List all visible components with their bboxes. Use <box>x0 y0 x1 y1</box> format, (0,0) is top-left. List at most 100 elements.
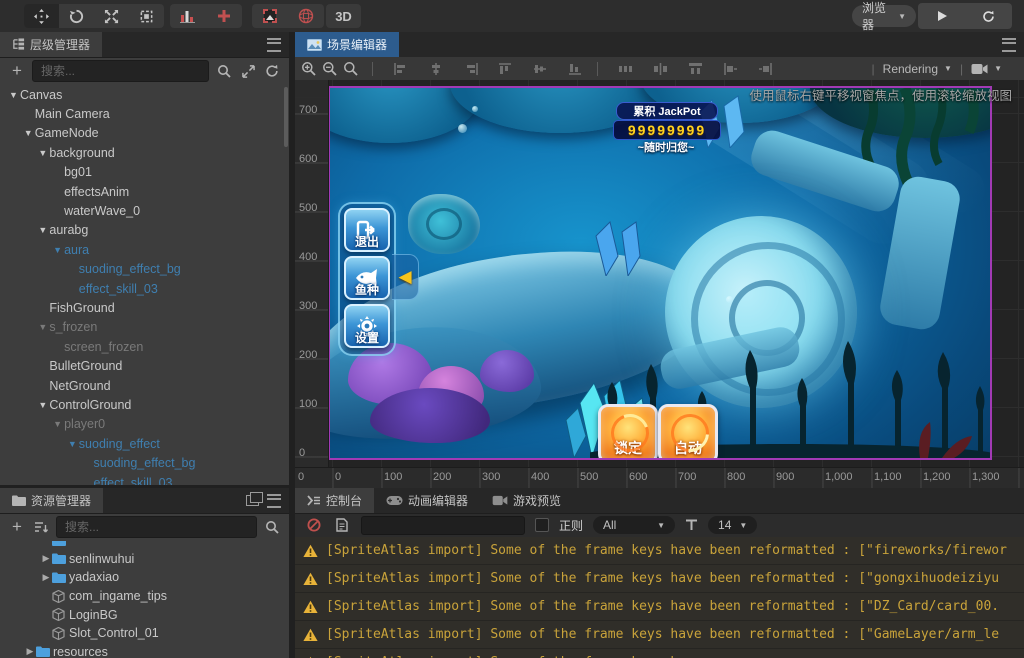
align-tool-icon-9[interactable] <box>723 62 738 76</box>
capture-region-button[interactable] <box>252 4 288 28</box>
rendering-dropdown[interactable]: Rendering ▼ <box>883 62 952 76</box>
hierarchy-scrollbar[interactable] <box>284 87 288 147</box>
expand-arrow-icon[interactable]: ▼ <box>66 439 79 449</box>
tree-item[interactable]: ▼player0 <box>0 415 285 434</box>
sort-assets-icon[interactable] <box>32 518 50 536</box>
expand-arrow-icon[interactable]: ▶ <box>40 572 52 583</box>
tree-item[interactable]: suoding_effect_bg <box>0 453 285 472</box>
align-tool-icon-3[interactable] <box>498 62 513 76</box>
expand-arrow-icon[interactable]: ▼ <box>36 322 49 332</box>
asset-item[interactable]: ▶senlinwuhui <box>0 550 289 569</box>
log-row[interactable]: [SpriteAtlas import] Some of the frame k… <box>295 621 1024 649</box>
assets-popout-icon[interactable] <box>246 495 259 506</box>
log-file-icon[interactable] <box>333 516 351 534</box>
expand-arrow-icon[interactable]: ▼ <box>36 148 49 158</box>
create-asset-button[interactable]: + <box>8 518 26 536</box>
tab-game-preview[interactable]: 游戏预览 <box>480 488 573 513</box>
align-tool-icon-6[interactable] <box>618 62 633 76</box>
tree-item[interactable]: ▼aurabg <box>0 221 285 240</box>
tree-item[interactable]: bg01 <box>0 163 285 182</box>
lock-button[interactable]: 锁定 <box>598 404 658 460</box>
font-size-dropdown[interactable]: 14 ▼ <box>708 516 757 534</box>
expand-arrow-icon[interactable]: ▶ <box>24 646 36 657</box>
scene-viewport[interactable]: 使用鼠标右键平移视窗焦点，使用滚轮缩放视图 <box>295 80 1024 488</box>
tree-item[interactable]: BulletGround <box>0 356 285 375</box>
play-button[interactable] <box>918 3 965 29</box>
refresh-button[interactable] <box>965 3 1012 29</box>
expand-arrow-icon[interactable]: ▼ <box>51 419 64 429</box>
tab-animation-editor[interactable]: 动画编辑器 <box>374 488 480 513</box>
log-level-dropdown[interactable]: All ▼ <box>593 516 675 534</box>
tree-item[interactable]: ▼s_frozen <box>0 318 285 337</box>
expand-arrow-icon[interactable]: ▶ <box>40 553 52 564</box>
align-tool-icon-5[interactable] <box>568 62 583 76</box>
create-node-button[interactable]: + <box>8 62 26 80</box>
horizontal-splitter[interactable] <box>0 485 295 488</box>
log-row[interactable]: [SpriteAtlas import] Some of the frame k… <box>295 649 1024 658</box>
expand-arrow-icon[interactable]: ▼ <box>36 225 49 235</box>
align-tool-icon-1[interactable] <box>428 62 443 76</box>
tree-item[interactable]: effect_skill_03 <box>0 279 285 298</box>
tab-assets[interactable]: 资源管理器 <box>0 488 103 513</box>
move-tool-button[interactable] <box>24 4 59 28</box>
align-tool-icon-2[interactable] <box>463 62 478 76</box>
plugin-add-button[interactable] <box>206 4 242 28</box>
align-tool-icon-10[interactable] <box>758 62 773 76</box>
log-row[interactable]: [SpriteAtlas import] Some of the frame k… <box>295 565 1024 593</box>
asset-item[interactable]: LoginBG <box>0 605 289 624</box>
zoom-in-icon[interactable] <box>301 61 316 76</box>
tree-item[interactable]: effectsAnim <box>0 182 285 201</box>
hierarchy-search-input[interactable] <box>32 60 209 82</box>
asset-item[interactable]: com_ingame_tips <box>0 587 289 606</box>
scene-menu-icon[interactable] <box>1002 38 1016 52</box>
tree-item[interactable]: ▼GameNode <box>0 124 285 143</box>
regex-checkbox[interactable] <box>535 518 549 532</box>
tree-item[interactable]: suoding_effect_bg <box>0 260 285 279</box>
log-row[interactable]: [SpriteAtlas import] Some of the frame k… <box>295 537 1024 565</box>
asset-item[interactable]: ▶resources <box>0 643 289 658</box>
tree-item[interactable]: FishGround <box>0 298 285 317</box>
tab-scene-editor[interactable]: 场景编辑器 <box>295 32 399 57</box>
preview-target-dropdown[interactable]: 浏览器 ▼ <box>852 5 916 27</box>
expand-arrow-icon[interactable]: ▼ <box>51 245 64 255</box>
expand-arrow-icon[interactable]: ▼ <box>7 90 20 100</box>
refresh-tree-icon[interactable] <box>263 62 281 80</box>
log-row[interactable]: [SpriteAtlas import] Some of the frame k… <box>295 593 1024 621</box>
asset-item[interactable]: ▶yadaxiao <box>0 568 289 587</box>
tab-hierarchy[interactable]: 层级管理器 <box>0 32 102 57</box>
tree-item[interactable]: ▼ControlGround <box>0 395 285 414</box>
3d-toggle-button[interactable]: 3D <box>326 4 361 28</box>
zoom-out-icon[interactable] <box>322 61 337 76</box>
asset-item[interactable] <box>0 541 289 550</box>
tree-item[interactable]: NetGround <box>0 376 285 395</box>
locate-node-icon[interactable] <box>239 62 257 80</box>
assets-search-input[interactable] <box>56 516 257 538</box>
tree-item[interactable]: Main Camera <box>0 104 285 123</box>
tree-item[interactable]: ▼Canvas <box>0 85 285 104</box>
sphere-grid-button[interactable] <box>288 4 324 28</box>
tree-item[interactable]: screen_frozen <box>0 337 285 356</box>
align-tool-icon-7[interactable] <box>653 62 668 76</box>
tree-item[interactable]: ▼background <box>0 143 285 162</box>
align-tool-icon-4[interactable] <box>533 62 548 76</box>
expand-arrow-icon[interactable]: ▼ <box>36 400 49 410</box>
asset-item[interactable]: Slot_Control_01 <box>0 624 289 643</box>
align-tool-icon-0[interactable] <box>393 62 408 76</box>
tree-item[interactable]: ▼suoding_effect <box>0 434 285 453</box>
assets-search-icon[interactable] <box>263 518 281 536</box>
game-canvas[interactable]: 累积 JackPot 99999999 ~随时归您~ 退出 鱼种 设置 ◀ <box>328 86 992 460</box>
tree-item[interactable]: waterWave_0 <box>0 201 285 220</box>
scale-tool-button[interactable] <box>94 4 129 28</box>
rect-tool-button[interactable] <box>129 4 164 28</box>
hierarchy-menu-icon[interactable] <box>267 38 281 52</box>
auto-button[interactable]: 自动 <box>658 404 718 460</box>
camera-view-dropdown[interactable]: ▼ <box>971 63 1002 75</box>
align-tool-icon-8[interactable] <box>688 62 703 76</box>
rotate-tool-button[interactable] <box>59 4 94 28</box>
console-filter-input[interactable] <box>361 516 525 535</box>
assets-menu-icon[interactable] <box>267 494 281 508</box>
zoom-reset-icon[interactable] <box>343 61 358 76</box>
tree-item[interactable]: ▼aura <box>0 240 285 259</box>
search-icon[interactable] <box>215 62 233 80</box>
clear-console-icon[interactable] <box>305 516 323 534</box>
